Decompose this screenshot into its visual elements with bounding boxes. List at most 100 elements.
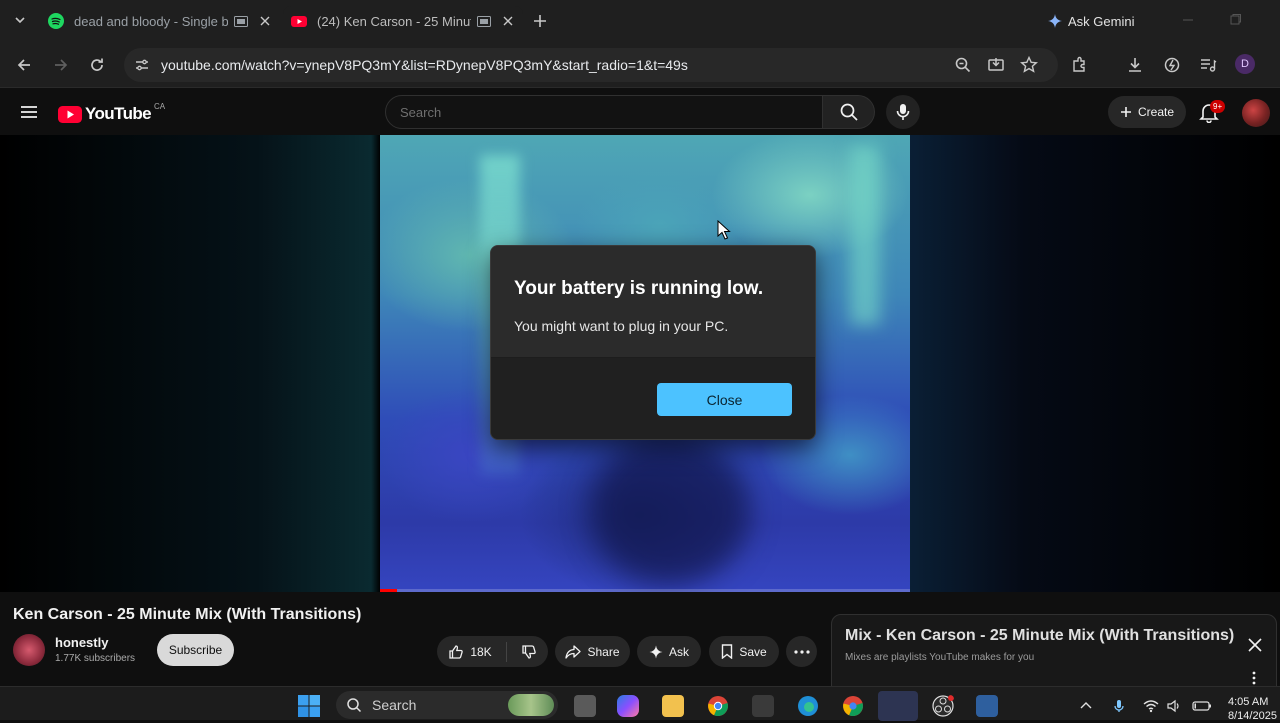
mix-subtitle: Mixes are playlists YouTube makes for yo… xyxy=(845,652,1035,663)
create-button[interactable]: Create xyxy=(1108,96,1186,128)
obs-icon[interactable] xyxy=(932,695,954,717)
battery-icon[interactable] xyxy=(1192,699,1212,713)
picture-in-picture-icon xyxy=(234,15,248,27)
video-title: Ken Carson - 25 Minute Mix (With Transit… xyxy=(13,606,362,623)
more-horizontal-icon xyxy=(793,649,810,654)
tab-title: dead and bloody - Single by xyxy=(74,13,228,29)
dialog-title: Your battery is running low. xyxy=(514,278,764,299)
mouse-cursor-icon xyxy=(717,220,731,240)
youtube-header: YouTube CA Search Create xyxy=(0,89,1280,135)
restore-icon[interactable] xyxy=(1227,12,1243,28)
chrome-icon[interactable] xyxy=(707,695,729,717)
install-app-icon[interactable] xyxy=(986,55,1006,75)
ask-label: Ask xyxy=(668,644,689,659)
share-label: Share xyxy=(587,644,620,659)
chevron-down-icon xyxy=(15,17,25,24)
ask-button[interactable]: Ask xyxy=(637,636,701,667)
share-arrow-icon xyxy=(565,644,582,659)
volume-icon[interactable] xyxy=(1166,699,1182,713)
close-tab-icon[interactable] xyxy=(258,14,272,28)
save-label: Save xyxy=(739,644,767,659)
create-label: Create xyxy=(1137,105,1175,119)
gemini-sparkle-icon xyxy=(1048,14,1062,28)
windows-taskbar: Search 4:05 AM 8/14/2025 xyxy=(0,686,1280,723)
channel-name[interactable]: honestly xyxy=(55,635,108,650)
channel-avatar[interactable] xyxy=(13,634,45,666)
active-app-icon[interactable] xyxy=(878,691,918,721)
tab-spotify[interactable]: dead and bloody - Single by xyxy=(40,6,280,36)
search-highlight-image xyxy=(508,694,554,716)
wifi-icon[interactable] xyxy=(1143,699,1159,713)
close-tab-icon[interactable] xyxy=(501,14,515,28)
app-window-icon[interactable] xyxy=(976,695,998,717)
new-tab-icon[interactable] xyxy=(530,11,550,31)
browser-tab-strip: dead and bloody - Single by (24) Ken Car… xyxy=(0,0,1280,42)
notifications-badge: 9+ xyxy=(1210,100,1226,113)
performance-icon[interactable] xyxy=(1162,55,1182,75)
thumbs-down-icon[interactable] xyxy=(521,644,537,660)
voice-search-button[interactable] xyxy=(886,95,920,129)
youtube-play-logo-icon xyxy=(58,105,82,123)
country-code: CA xyxy=(154,101,166,111)
zoom-icon[interactable] xyxy=(953,55,973,75)
youtube-search-button[interactable] xyxy=(823,95,875,129)
task-view-icon[interactable] xyxy=(574,695,596,717)
save-button[interactable]: Save xyxy=(709,636,779,667)
youtube-icon xyxy=(291,16,307,27)
bookmark-icon xyxy=(722,644,733,659)
share-button[interactable]: Share xyxy=(555,636,630,667)
taskbar-search-label: Search xyxy=(372,697,417,713)
taskbar-search-box[interactable]: Search xyxy=(336,691,558,719)
thumbs-up-icon xyxy=(449,644,464,659)
edge-icon[interactable] xyxy=(797,695,819,717)
subscriber-count: 1.77K subscribers xyxy=(55,653,136,664)
dialog-close-button[interactable]: Close xyxy=(657,383,792,416)
video-progress-fill xyxy=(380,589,398,592)
microsoft-store-icon[interactable] xyxy=(752,695,774,717)
microphone-icon xyxy=(896,104,910,120)
ask-gemini-button[interactable]: Ask Gemini xyxy=(1038,8,1144,34)
mix-title[interactable]: Mix - Ken Carson - 25 Minute Mix (With T… xyxy=(845,627,1234,645)
address-bar[interactable]: youtube.com/watch?v=ynepV8PQ3mY&list=RDy… xyxy=(124,48,1058,82)
forward-icon[interactable] xyxy=(51,55,71,75)
back-icon[interactable] xyxy=(14,55,34,75)
spotify-icon xyxy=(48,13,64,29)
search-icon xyxy=(840,103,858,121)
clock-date: 8/14/2025 xyxy=(1228,710,1277,722)
tab-title: (24) Ken Carson - 25 Minute xyxy=(317,13,471,29)
profile-avatar[interactable]: D xyxy=(1235,54,1255,74)
youtube-search-input[interactable]: Search xyxy=(385,95,823,129)
extensions-icon[interactable] xyxy=(1070,55,1090,75)
bookmark-star-icon[interactable] xyxy=(1019,55,1039,75)
file-explorer-icon[interactable] xyxy=(662,695,684,717)
chrome-profile-icon[interactable] xyxy=(842,695,864,717)
more-actions-button[interactable] xyxy=(786,636,817,667)
media-controls-icon[interactable] xyxy=(1198,55,1218,75)
youtube-wordmark: YouTube xyxy=(85,104,152,123)
close-icon[interactable] xyxy=(1247,637,1263,653)
tab-youtube[interactable]: (24) Ken Carson - 25 Minute xyxy=(283,6,523,36)
like-button[interactable]: 18K xyxy=(448,644,492,660)
account-avatar[interactable] xyxy=(1242,99,1270,127)
tab-search-button[interactable] xyxy=(8,8,32,32)
windows-start-icon[interactable] xyxy=(298,695,320,717)
picture-in-picture-icon xyxy=(477,15,491,27)
site-settings-icon[interactable] xyxy=(134,57,150,73)
search-icon xyxy=(347,698,362,713)
minimize-icon[interactable] xyxy=(1180,12,1196,28)
dialog-message: You might want to plug in your PC. xyxy=(514,318,729,334)
youtube-logo[interactable]: YouTube CA xyxy=(58,101,166,124)
video-progress-bar[interactable] xyxy=(380,589,910,592)
more-vertical-icon[interactable] xyxy=(1250,671,1258,685)
url-text: youtube.com/watch?v=ynepV8PQ3mY&list=RDy… xyxy=(161,57,688,73)
hamburger-menu-icon[interactable] xyxy=(20,103,38,121)
copilot-icon[interactable] xyxy=(617,695,639,717)
taskbar-clock[interactable]: 4:05 AM 8/14/2025 xyxy=(1228,695,1277,723)
chevron-up-icon[interactable] xyxy=(1078,699,1094,713)
microphone-icon[interactable] xyxy=(1111,699,1127,713)
sparkle-icon xyxy=(649,645,663,658)
reload-icon[interactable] xyxy=(87,55,107,75)
downloads-icon[interactable] xyxy=(1125,55,1145,75)
subscribe-button[interactable]: Subscribe xyxy=(157,634,234,666)
mix-playlist-panel: Mix - Ken Carson - 25 Minute Mix (With T… xyxy=(831,614,1277,694)
